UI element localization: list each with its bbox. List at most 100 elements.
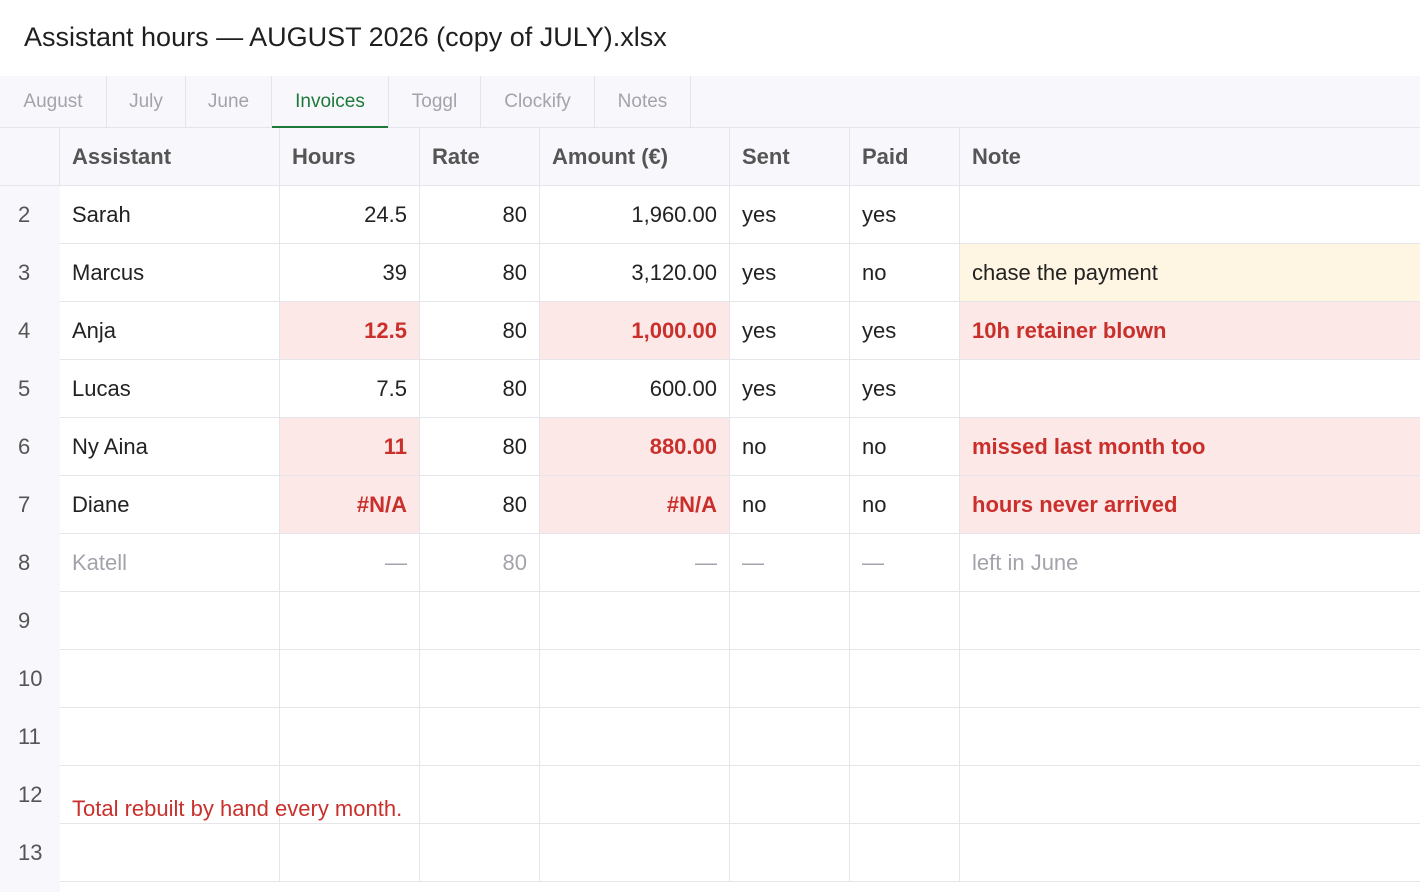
cell-assistant[interactable]: Anja bbox=[60, 302, 280, 360]
row-number[interactable]: 11 bbox=[0, 708, 60, 766]
tab-july[interactable]: July bbox=[107, 76, 186, 128]
empty-cell[interactable] bbox=[60, 592, 280, 650]
empty-cell[interactable] bbox=[960, 592, 1420, 650]
row-number[interactable]: 4 bbox=[0, 302, 60, 360]
empty-cell[interactable] bbox=[540, 708, 730, 766]
empty-cell[interactable] bbox=[420, 592, 540, 650]
cell-rate[interactable]: 80 bbox=[420, 302, 540, 360]
cell-assistant-inactive[interactable]: Katell bbox=[60, 534, 280, 592]
row-number[interactable]: 9 bbox=[0, 592, 60, 650]
cell-sent[interactable]: yes bbox=[730, 186, 850, 244]
empty-cell[interactable] bbox=[420, 766, 540, 824]
row-number[interactable]: 7 bbox=[0, 476, 60, 534]
empty-cell[interactable] bbox=[540, 824, 730, 882]
tab-june[interactable]: June bbox=[186, 76, 272, 128]
cell-note[interactable] bbox=[960, 186, 1420, 244]
empty-cell[interactable] bbox=[420, 824, 540, 882]
empty-cell[interactable] bbox=[850, 708, 960, 766]
cell-hours[interactable]: 39 bbox=[280, 244, 420, 302]
empty-cell[interactable] bbox=[420, 650, 540, 708]
tab-toggl[interactable]: Toggl bbox=[389, 76, 481, 128]
tab-notes[interactable]: Notes bbox=[595, 76, 691, 128]
cell-assistant[interactable]: Sarah bbox=[60, 186, 280, 244]
cell-assistant[interactable]: Ny Aina bbox=[60, 418, 280, 476]
cell-note-highlighted[interactable]: chase the payment bbox=[960, 244, 1420, 302]
cell-paid[interactable]: yes bbox=[850, 360, 960, 418]
cell-rate[interactable]: 80 bbox=[420, 244, 540, 302]
tab-invoices[interactable]: Invoices bbox=[272, 76, 389, 129]
empty-cell[interactable] bbox=[540, 592, 730, 650]
cell-amount-flagged[interactable]: 880.00 bbox=[540, 418, 730, 476]
cell-paid-inactive[interactable]: — bbox=[850, 534, 960, 592]
cell-note-flagged[interactable]: missed last month too bbox=[960, 418, 1420, 476]
row-number[interactable]: 10 bbox=[0, 650, 60, 708]
row-number[interactable]: 12 bbox=[0, 766, 60, 824]
empty-cell[interactable] bbox=[60, 650, 280, 708]
empty-cell[interactable] bbox=[730, 650, 850, 708]
row-number[interactable]: 3 bbox=[0, 244, 60, 302]
cell-paid[interactable]: yes bbox=[850, 302, 960, 360]
cell-sent[interactable]: no bbox=[730, 418, 850, 476]
cell-sent[interactable]: no bbox=[730, 476, 850, 534]
cell-amount[interactable]: 3,120.00 bbox=[540, 244, 730, 302]
cell-hours[interactable]: 7.5 bbox=[280, 360, 420, 418]
cell-hours-inactive[interactable]: — bbox=[280, 534, 420, 592]
empty-cell[interactable] bbox=[540, 650, 730, 708]
empty-cell[interactable] bbox=[280, 592, 420, 650]
empty-cell[interactable] bbox=[280, 708, 420, 766]
cell-paid[interactable]: no bbox=[850, 418, 960, 476]
row-number[interactable]: 13 bbox=[0, 824, 60, 882]
header-amount[interactable]: Amount (€) bbox=[540, 128, 730, 186]
header-sent[interactable]: Sent bbox=[730, 128, 850, 186]
empty-cell[interactable] bbox=[730, 824, 850, 882]
total-warning-note[interactable]: Total rebuilt by hand every month. bbox=[72, 780, 402, 838]
row-number[interactable]: 8 bbox=[0, 534, 60, 592]
empty-cell[interactable] bbox=[850, 766, 960, 824]
cell-note-inactive[interactable]: left in June bbox=[960, 534, 1420, 592]
cell-note[interactable] bbox=[960, 360, 1420, 418]
cell-sent[interactable]: yes bbox=[730, 360, 850, 418]
cell-sent[interactable]: yes bbox=[730, 302, 850, 360]
header-rate[interactable]: Rate bbox=[420, 128, 540, 186]
cell-rate[interactable]: 80 bbox=[420, 360, 540, 418]
row-number[interactable]: 6 bbox=[0, 418, 60, 476]
cell-amount[interactable]: 600.00 bbox=[540, 360, 730, 418]
tab-august[interactable]: August bbox=[0, 76, 107, 128]
header-assistant[interactable]: Assistant bbox=[60, 128, 280, 186]
cell-paid[interactable]: no bbox=[850, 244, 960, 302]
cell-amount-error[interactable]: #N/A bbox=[540, 476, 730, 534]
empty-cell[interactable] bbox=[960, 708, 1420, 766]
cell-amount-flagged[interactable]: 1,000.00 bbox=[540, 302, 730, 360]
cell-paid[interactable]: no bbox=[850, 476, 960, 534]
header-hours[interactable]: Hours bbox=[280, 128, 420, 186]
cell-paid[interactable]: yes bbox=[850, 186, 960, 244]
empty-cell[interactable] bbox=[960, 824, 1420, 882]
cell-hours-flagged[interactable]: 12.5 bbox=[280, 302, 420, 360]
empty-cell[interactable] bbox=[420, 708, 540, 766]
cell-rate[interactable]: 80 bbox=[420, 476, 540, 534]
cell-sent-inactive[interactable]: — bbox=[730, 534, 850, 592]
row-number[interactable]: 5 bbox=[0, 360, 60, 418]
empty-cell[interactable] bbox=[730, 592, 850, 650]
cell-note-flagged[interactable]: 10h retainer blown bbox=[960, 302, 1420, 360]
empty-cell[interactable] bbox=[60, 708, 280, 766]
cell-amount[interactable]: 1,960.00 bbox=[540, 186, 730, 244]
cell-sent[interactable]: yes bbox=[730, 244, 850, 302]
cell-rate-inactive[interactable]: 80 bbox=[420, 534, 540, 592]
cell-hours-flagged[interactable]: 11 bbox=[280, 418, 420, 476]
cell-note-flagged[interactable]: hours never arrived bbox=[960, 476, 1420, 534]
cell-assistant[interactable]: Marcus bbox=[60, 244, 280, 302]
empty-cell[interactable] bbox=[540, 766, 730, 824]
empty-cell[interactable] bbox=[960, 650, 1420, 708]
empty-cell[interactable] bbox=[850, 650, 960, 708]
empty-cell[interactable] bbox=[960, 766, 1420, 824]
cell-assistant[interactable]: Diane bbox=[60, 476, 280, 534]
cell-rate[interactable]: 80 bbox=[420, 418, 540, 476]
empty-cell[interactable] bbox=[850, 824, 960, 882]
cell-hours-error[interactable]: #N/A bbox=[280, 476, 420, 534]
cell-rate[interactable]: 80 bbox=[420, 186, 540, 244]
tab-clockify[interactable]: Clockify bbox=[481, 76, 595, 128]
empty-cell[interactable] bbox=[280, 650, 420, 708]
empty-cell[interactable] bbox=[850, 592, 960, 650]
cell-hours[interactable]: 24.5 bbox=[280, 186, 420, 244]
